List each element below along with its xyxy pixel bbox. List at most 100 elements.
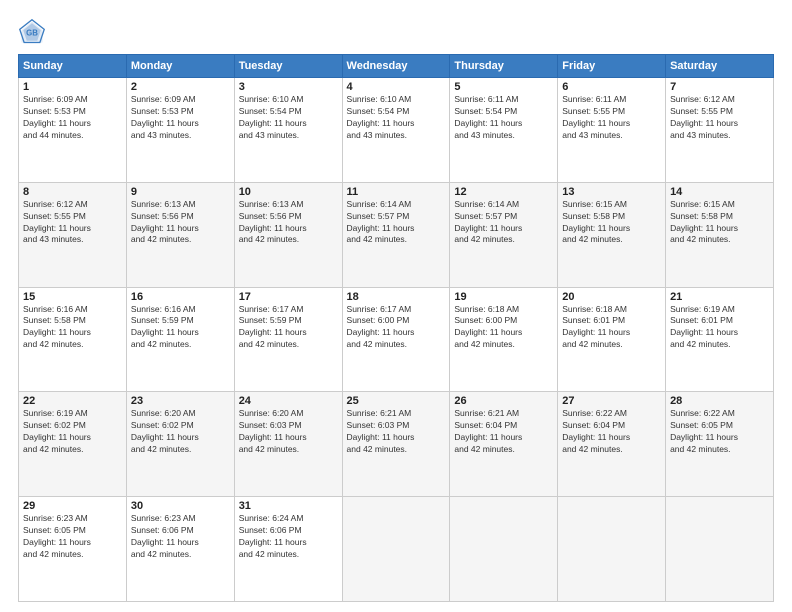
logo-icon: GB	[18, 18, 46, 46]
page: GB SundayMondayTuesdayWednesdayThursdayF…	[0, 0, 792, 612]
day-number: 13	[562, 186, 661, 198]
calendar-cell: 30Sunrise: 6:23 AM Sunset: 6:06 PM Dayli…	[126, 497, 234, 602]
calendar-cell: 22Sunrise: 6:19 AM Sunset: 6:02 PM Dayli…	[19, 392, 127, 497]
calendar-cell: 27Sunrise: 6:22 AM Sunset: 6:04 PM Dayli…	[558, 392, 666, 497]
svg-text:GB: GB	[26, 29, 38, 38]
calendar-cell: 3Sunrise: 6:10 AM Sunset: 5:54 PM Daylig…	[234, 78, 342, 183]
day-info: Sunrise: 6:14 AM Sunset: 5:57 PM Dayligh…	[454, 199, 553, 247]
calendar-cell: 19Sunrise: 6:18 AM Sunset: 6:00 PM Dayli…	[450, 287, 558, 392]
day-info: Sunrise: 6:13 AM Sunset: 5:56 PM Dayligh…	[131, 199, 230, 247]
calendar-cell: 2Sunrise: 6:09 AM Sunset: 5:53 PM Daylig…	[126, 78, 234, 183]
header-row: SundayMondayTuesdayWednesdayThursdayFrid…	[19, 55, 774, 78]
day-number: 17	[239, 291, 338, 303]
day-number: 25	[347, 395, 446, 407]
day-number: 29	[23, 500, 122, 512]
calendar-cell: 17Sunrise: 6:17 AM Sunset: 5:59 PM Dayli…	[234, 287, 342, 392]
day-info: Sunrise: 6:16 AM Sunset: 5:58 PM Dayligh…	[23, 304, 122, 352]
weekday-header: Tuesday	[234, 55, 342, 78]
calendar-cell: 8Sunrise: 6:12 AM Sunset: 5:55 PM Daylig…	[19, 182, 127, 287]
day-info: Sunrise: 6:19 AM Sunset: 6:01 PM Dayligh…	[670, 304, 769, 352]
calendar-cell: 21Sunrise: 6:19 AM Sunset: 6:01 PM Dayli…	[666, 287, 774, 392]
day-number: 8	[23, 186, 122, 198]
calendar-cell	[342, 497, 450, 602]
calendar-cell: 4Sunrise: 6:10 AM Sunset: 5:54 PM Daylig…	[342, 78, 450, 183]
calendar-cell	[558, 497, 666, 602]
calendar-cell: 1Sunrise: 6:09 AM Sunset: 5:53 PM Daylig…	[19, 78, 127, 183]
calendar-week: 1Sunrise: 6:09 AM Sunset: 5:53 PM Daylig…	[19, 78, 774, 183]
day-number: 6	[562, 81, 661, 93]
day-info: Sunrise: 6:21 AM Sunset: 6:03 PM Dayligh…	[347, 408, 446, 456]
calendar-body: 1Sunrise: 6:09 AM Sunset: 5:53 PM Daylig…	[19, 78, 774, 602]
day-info: Sunrise: 6:15 AM Sunset: 5:58 PM Dayligh…	[562, 199, 661, 247]
day-info: Sunrise: 6:10 AM Sunset: 5:54 PM Dayligh…	[239, 94, 338, 142]
calendar-cell: 24Sunrise: 6:20 AM Sunset: 6:03 PM Dayli…	[234, 392, 342, 497]
day-info: Sunrise: 6:17 AM Sunset: 6:00 PM Dayligh…	[347, 304, 446, 352]
day-info: Sunrise: 6:23 AM Sunset: 6:06 PM Dayligh…	[131, 513, 230, 561]
day-info: Sunrise: 6:23 AM Sunset: 6:05 PM Dayligh…	[23, 513, 122, 561]
day-info: Sunrise: 6:18 AM Sunset: 6:00 PM Dayligh…	[454, 304, 553, 352]
weekday-header: Monday	[126, 55, 234, 78]
calendar-cell: 11Sunrise: 6:14 AM Sunset: 5:57 PM Dayli…	[342, 182, 450, 287]
day-number: 20	[562, 291, 661, 303]
day-number: 28	[670, 395, 769, 407]
calendar-cell: 7Sunrise: 6:12 AM Sunset: 5:55 PM Daylig…	[666, 78, 774, 183]
calendar-week: 22Sunrise: 6:19 AM Sunset: 6:02 PM Dayli…	[19, 392, 774, 497]
day-info: Sunrise: 6:12 AM Sunset: 5:55 PM Dayligh…	[23, 199, 122, 247]
calendar-week: 8Sunrise: 6:12 AM Sunset: 5:55 PM Daylig…	[19, 182, 774, 287]
day-number: 10	[239, 186, 338, 198]
day-number: 2	[131, 81, 230, 93]
day-number: 19	[454, 291, 553, 303]
calendar-week: 29Sunrise: 6:23 AM Sunset: 6:05 PM Dayli…	[19, 497, 774, 602]
day-info: Sunrise: 6:22 AM Sunset: 6:05 PM Dayligh…	[670, 408, 769, 456]
day-number: 23	[131, 395, 230, 407]
day-info: Sunrise: 6:12 AM Sunset: 5:55 PM Dayligh…	[670, 94, 769, 142]
day-number: 12	[454, 186, 553, 198]
weekday-header: Sunday	[19, 55, 127, 78]
day-info: Sunrise: 6:16 AM Sunset: 5:59 PM Dayligh…	[131, 304, 230, 352]
weekday-header: Saturday	[666, 55, 774, 78]
day-info: Sunrise: 6:09 AM Sunset: 5:53 PM Dayligh…	[23, 94, 122, 142]
calendar-cell: 9Sunrise: 6:13 AM Sunset: 5:56 PM Daylig…	[126, 182, 234, 287]
calendar-table: SundayMondayTuesdayWednesdayThursdayFrid…	[18, 54, 774, 602]
calendar-cell: 20Sunrise: 6:18 AM Sunset: 6:01 PM Dayli…	[558, 287, 666, 392]
day-info: Sunrise: 6:19 AM Sunset: 6:02 PM Dayligh…	[23, 408, 122, 456]
calendar-cell: 12Sunrise: 6:14 AM Sunset: 5:57 PM Dayli…	[450, 182, 558, 287]
calendar-cell: 25Sunrise: 6:21 AM Sunset: 6:03 PM Dayli…	[342, 392, 450, 497]
calendar-cell	[450, 497, 558, 602]
day-info: Sunrise: 6:20 AM Sunset: 6:03 PM Dayligh…	[239, 408, 338, 456]
weekday-header: Wednesday	[342, 55, 450, 78]
day-info: Sunrise: 6:24 AM Sunset: 6:06 PM Dayligh…	[239, 513, 338, 561]
weekday-header: Thursday	[450, 55, 558, 78]
weekday-header: Friday	[558, 55, 666, 78]
day-number: 3	[239, 81, 338, 93]
day-info: Sunrise: 6:22 AM Sunset: 6:04 PM Dayligh…	[562, 408, 661, 456]
calendar-cell	[666, 497, 774, 602]
day-number: 7	[670, 81, 769, 93]
day-number: 9	[131, 186, 230, 198]
day-info: Sunrise: 6:13 AM Sunset: 5:56 PM Dayligh…	[239, 199, 338, 247]
day-info: Sunrise: 6:17 AM Sunset: 5:59 PM Dayligh…	[239, 304, 338, 352]
day-info: Sunrise: 6:11 AM Sunset: 5:55 PM Dayligh…	[562, 94, 661, 142]
calendar-cell: 6Sunrise: 6:11 AM Sunset: 5:55 PM Daylig…	[558, 78, 666, 183]
day-number: 24	[239, 395, 338, 407]
day-info: Sunrise: 6:11 AM Sunset: 5:54 PM Dayligh…	[454, 94, 553, 142]
calendar-cell: 18Sunrise: 6:17 AM Sunset: 6:00 PM Dayli…	[342, 287, 450, 392]
calendar-week: 15Sunrise: 6:16 AM Sunset: 5:58 PM Dayli…	[19, 287, 774, 392]
day-number: 15	[23, 291, 122, 303]
calendar-cell: 29Sunrise: 6:23 AM Sunset: 6:05 PM Dayli…	[19, 497, 127, 602]
calendar-cell: 31Sunrise: 6:24 AM Sunset: 6:06 PM Dayli…	[234, 497, 342, 602]
calendar-cell: 15Sunrise: 6:16 AM Sunset: 5:58 PM Dayli…	[19, 287, 127, 392]
day-number: 30	[131, 500, 230, 512]
calendar-cell: 13Sunrise: 6:15 AM Sunset: 5:58 PM Dayli…	[558, 182, 666, 287]
day-number: 5	[454, 81, 553, 93]
day-info: Sunrise: 6:10 AM Sunset: 5:54 PM Dayligh…	[347, 94, 446, 142]
calendar-cell: 5Sunrise: 6:11 AM Sunset: 5:54 PM Daylig…	[450, 78, 558, 183]
calendar-cell: 10Sunrise: 6:13 AM Sunset: 5:56 PM Dayli…	[234, 182, 342, 287]
day-info: Sunrise: 6:20 AM Sunset: 6:02 PM Dayligh…	[131, 408, 230, 456]
header: GB	[18, 18, 774, 46]
calendar-cell: 14Sunrise: 6:15 AM Sunset: 5:58 PM Dayli…	[666, 182, 774, 287]
calendar-cell: 26Sunrise: 6:21 AM Sunset: 6:04 PM Dayli…	[450, 392, 558, 497]
day-info: Sunrise: 6:18 AM Sunset: 6:01 PM Dayligh…	[562, 304, 661, 352]
calendar-header: SundayMondayTuesdayWednesdayThursdayFrid…	[19, 55, 774, 78]
day-info: Sunrise: 6:09 AM Sunset: 5:53 PM Dayligh…	[131, 94, 230, 142]
